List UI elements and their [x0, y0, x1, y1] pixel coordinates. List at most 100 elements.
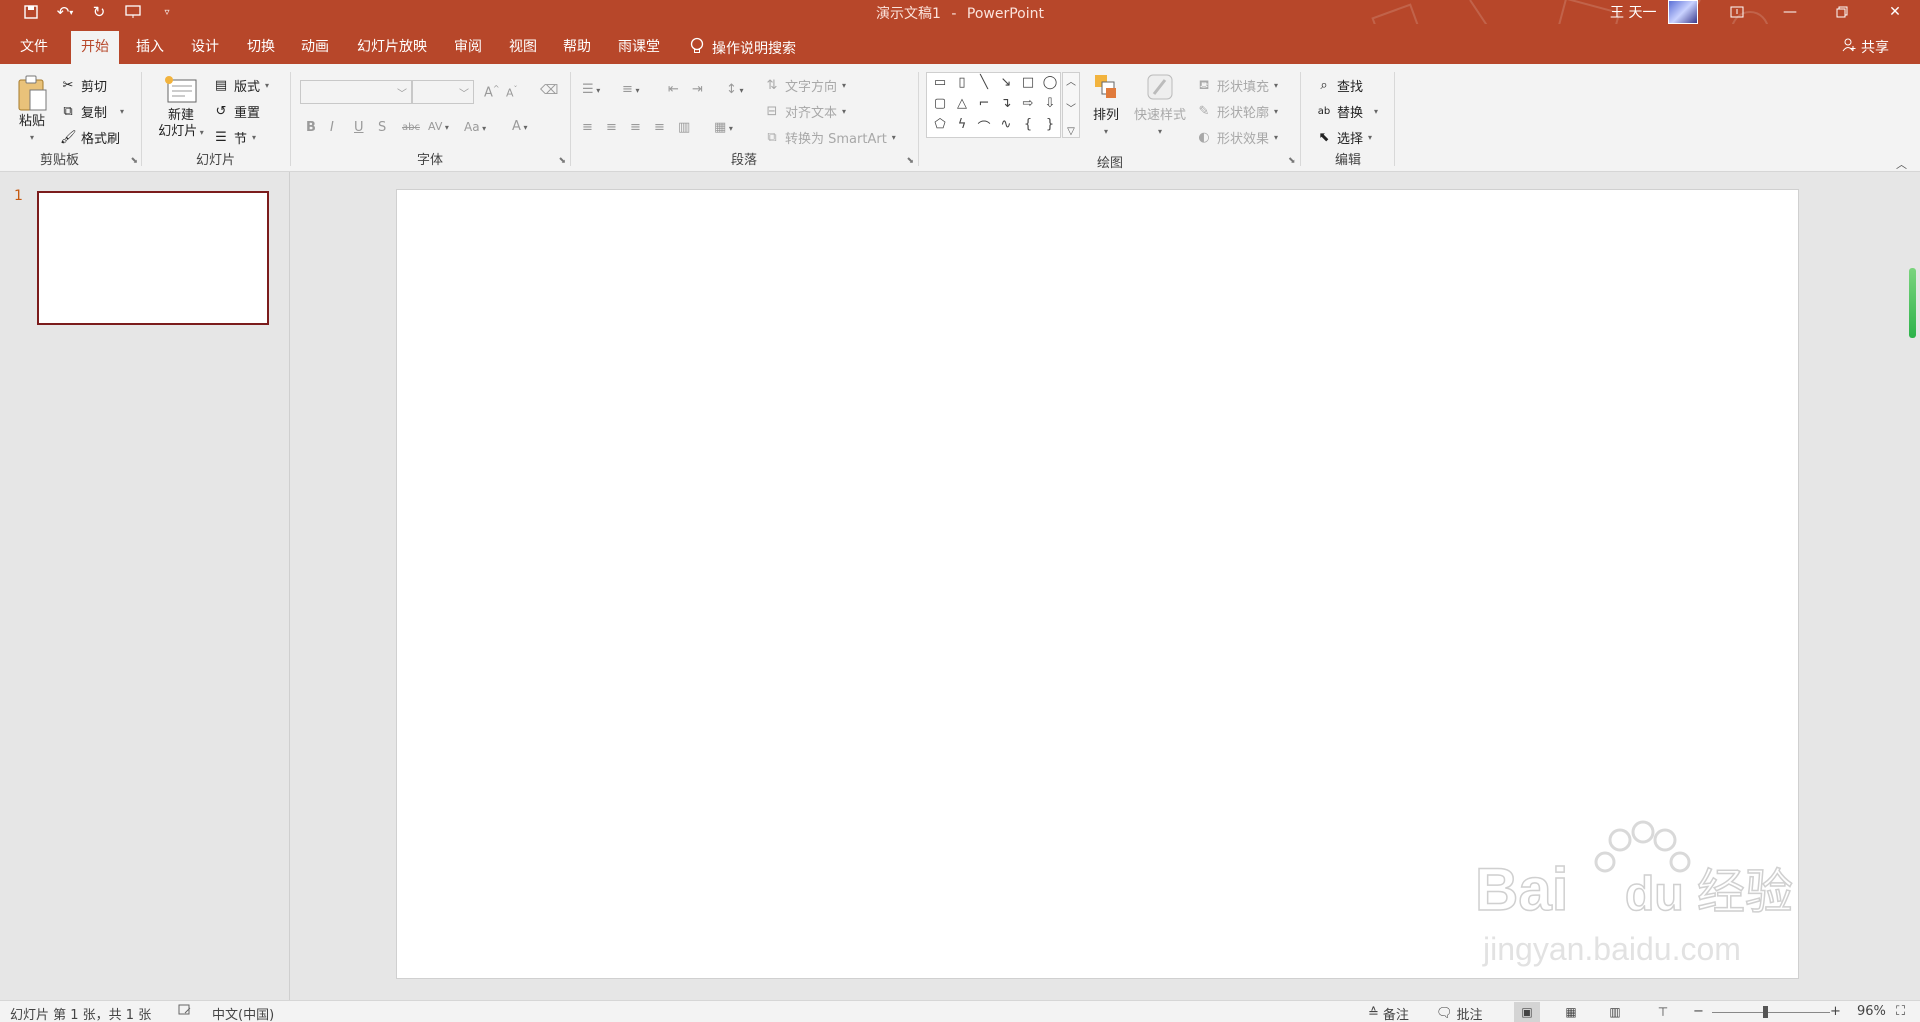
strikethrough-button[interactable]: abc — [402, 122, 420, 133]
shape-effects-button[interactable]: ◐ 形状效果 ▾ — [1196, 128, 1278, 148]
vertical-scrollbar[interactable] — [1909, 268, 1916, 338]
format-painter-button[interactable]: 🖌 格式刷 — [60, 128, 120, 148]
tell-me-search[interactable]: 操作说明搜索 — [690, 37, 796, 59]
decrease-indent-icon[interactable]: ⇤ — [668, 82, 679, 97]
bullets-icon[interactable]: ☰ ▾ — [582, 82, 600, 97]
slide-sorter-view-icon[interactable]: ▦ — [1558, 1002, 1584, 1022]
zoom-out-button[interactable]: − — [1693, 1004, 1704, 1019]
text-direction-button[interactable]: ⇅ 文字方向 ▾ — [764, 76, 846, 96]
elbow-arrow-shape-icon[interactable]: ↴ — [995, 96, 1017, 117]
oval-shape-icon[interactable]: ◯ — [1039, 75, 1061, 96]
collapse-ribbon-icon[interactable]: ︿ — [1896, 156, 1907, 172]
save-icon[interactable] — [18, 1, 44, 23]
tab-animations[interactable]: 动画 — [291, 33, 339, 64]
underline-button[interactable]: U — [354, 120, 364, 135]
minimize-icon[interactable]: — — [1765, 0, 1815, 24]
line-shape-icon[interactable]: ╲ — [973, 75, 995, 96]
align-left-icon[interactable]: ≡ — [582, 120, 593, 135]
present-from-start-icon[interactable] — [120, 1, 146, 23]
down-arrow-shape-icon[interactable]: ⇩ — [1039, 96, 1061, 117]
drawing-dialog-launcher-icon[interactable]: ⬊ — [1288, 156, 1296, 166]
font-size-combo[interactable]: ﹀ — [412, 80, 474, 104]
tab-insert[interactable]: 插入 — [126, 33, 174, 64]
font-dialog-launcher-icon[interactable]: ⬊ — [558, 156, 566, 166]
shape-fill-button[interactable]: ⛾ 形状填充 ▾ — [1196, 76, 1278, 96]
tab-file[interactable]: 文件 — [10, 33, 58, 64]
tab-view[interactable]: 视图 — [499, 33, 547, 64]
paragraph-dialog-launcher-icon[interactable]: ⬊ — [906, 156, 914, 166]
font-family-combo[interactable]: ﹀ — [300, 80, 412, 104]
notes-button[interactable]: ≙ 备注 — [1368, 1004, 1409, 1022]
increase-font-size-button[interactable]: A^ — [484, 84, 500, 100]
decrease-font-size-button[interactable]: Aˇ — [506, 85, 518, 100]
avatar[interactable] — [1668, 0, 1699, 24]
triangle-shape-icon[interactable]: △ — [951, 96, 973, 117]
vertical-textbox-shape-icon[interactable]: ▯ — [951, 75, 973, 96]
distributed-icon[interactable]: ▥ — [678, 120, 690, 135]
zoom-slider-thumb[interactable] — [1763, 1006, 1768, 1018]
freeform-shape-icon[interactable]: ⬠ — [929, 117, 951, 138]
language-status[interactable]: 中文(中国) — [212, 1004, 274, 1022]
layout-button[interactable]: ▤ 版式 ▾ — [213, 76, 269, 96]
restore-icon[interactable] — [1817, 0, 1867, 24]
italic-button[interactable]: I — [330, 120, 334, 135]
replace-button[interactable]: ab 替换 ▾ — [1316, 102, 1378, 122]
cut-button[interactable]: ✂ 剪切 — [60, 76, 107, 96]
clear-formatting-icon[interactable]: ⌫ — [540, 83, 558, 98]
section-button[interactable]: ☰ 节 ▾ — [213, 128, 256, 148]
right-arrow-shape-icon[interactable]: ⇨ — [1017, 96, 1039, 117]
zoom-in-button[interactable]: + — [1830, 1004, 1841, 1019]
align-text-button[interactable]: ⊟ 对齐文本 ▾ — [764, 102, 846, 122]
quick-styles-button[interactable]: 快速样式 ▾ — [1132, 72, 1188, 140]
justify-icon[interactable]: ≡ — [654, 120, 665, 135]
user-account[interactable]: 王 天一 — [1610, 0, 1699, 24]
arrow-line-shape-icon[interactable]: ↘ — [995, 75, 1017, 96]
reading-view-icon[interactable]: ▥ — [1602, 1002, 1628, 1022]
slide-thumbnail[interactable] — [37, 191, 269, 325]
close-icon[interactable]: ✕ — [1870, 0, 1920, 24]
paste-button[interactable]: 粘贴 ▾ — [12, 74, 52, 146]
rounded-rectangle-shape-icon[interactable]: ▢ — [929, 96, 951, 117]
fit-to-window-icon[interactable]: ⛶ — [1896, 1004, 1905, 1019]
change-case-button[interactable]: Aa ▾ — [464, 120, 486, 134]
copy-button[interactable]: ⧉ 复制 ▾ — [60, 102, 124, 122]
lightning-shape-icon[interactable]: ϟ — [951, 117, 973, 138]
customize-qat-icon[interactable]: ▿ — [154, 1, 180, 23]
align-right-icon[interactable]: ≡ — [630, 120, 641, 135]
zoom-slider-track[interactable] — [1712, 1012, 1830, 1013]
line-spacing-icon[interactable]: ↕ ▾ — [726, 82, 743, 97]
right-brace-shape-icon[interactable]: } — [1039, 117, 1061, 138]
increase-indent-icon[interactable]: ⇥ — [692, 82, 703, 97]
shapes-gallery[interactable]: ▭ ▯ ╲ ↘ □ ◯ ▢ △ ⌐ ↴ ⇨ ⇩ ⬠ ϟ ⌒ ∿ { } — [926, 72, 1061, 138]
tab-design[interactable]: 设计 — [181, 33, 229, 64]
clipboard-dialog-launcher-icon[interactable]: ⬊ — [130, 156, 138, 166]
left-brace-shape-icon[interactable]: { — [1017, 117, 1039, 138]
redo-icon[interactable]: ↻ — [86, 1, 112, 23]
comments-button[interactable]: 🗨 批注 — [1436, 1004, 1483, 1022]
character-spacing-button[interactable]: AV ▾ — [428, 120, 449, 133]
spelling-check-icon[interactable] — [178, 1004, 192, 1016]
find-button[interactable]: ⌕ 查找 — [1316, 76, 1363, 96]
slideshow-view-icon[interactable]: ⊤ — [1650, 1002, 1676, 1022]
elbow-connector-shape-icon[interactable]: ⌐ — [973, 96, 995, 117]
undo-icon[interactable]: ↶ ▾ — [52, 1, 78, 23]
slide-canvas[interactable] — [396, 189, 1799, 979]
align-center-icon[interactable]: ≡ — [606, 120, 617, 135]
tab-home[interactable]: 开始 — [71, 31, 119, 64]
more-icon[interactable]: ▽ — [1067, 126, 1075, 137]
shapes-gallery-scroll[interactable]: ︿ ﹀ ▽ — [1062, 72, 1080, 138]
arc-shape-icon[interactable]: ⌒ — [973, 117, 995, 138]
tab-review[interactable]: 审阅 — [444, 33, 492, 64]
chevron-up-icon[interactable]: ︿ — [1066, 73, 1076, 88]
columns-icon[interactable]: ▦ ▾ — [714, 120, 733, 135]
textbox-shape-icon[interactable]: ▭ — [929, 75, 951, 96]
ribbon-display-options-icon[interactable] — [1712, 0, 1762, 24]
text-shadow-button[interactable]: S — [378, 120, 386, 135]
tab-transitions[interactable]: 切换 — [237, 33, 285, 64]
font-color-button[interactable]: A ▾ — [512, 119, 527, 134]
chevron-down-icon[interactable]: ﹀ — [1066, 100, 1076, 115]
tab-rain-classroom[interactable]: 雨课堂 — [608, 33, 670, 64]
arrange-button[interactable]: 排列 ▾ — [1088, 72, 1124, 140]
numbering-icon[interactable]: ≡ ▾ — [622, 82, 639, 97]
bold-button[interactable]: B — [306, 120, 316, 135]
